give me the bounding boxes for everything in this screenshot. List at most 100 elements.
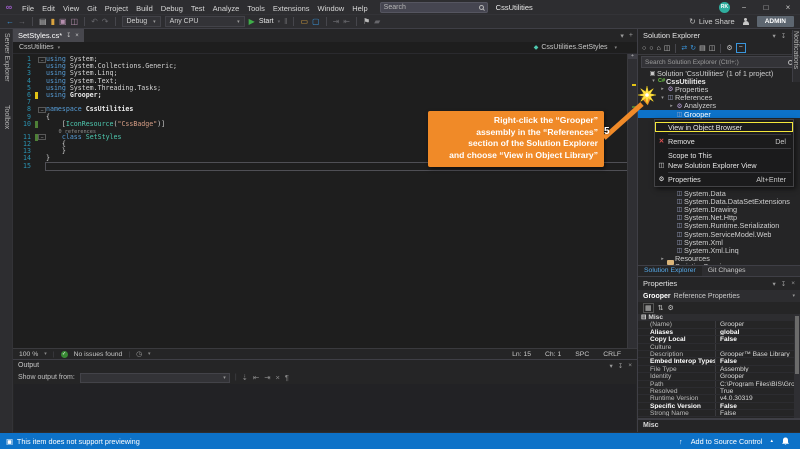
expander-icon[interactable]: ▸	[659, 264, 666, 265]
property-row-path[interactable]: PathC:\Program Files\BIS\Grooper\Gr	[638, 381, 800, 388]
close-tab-icon[interactable]: ×	[75, 31, 79, 39]
se-pin-icon[interactable]: ↧	[781, 32, 786, 40]
se-sync-icon[interactable]: ⇄	[681, 44, 687, 52]
open-folder-icon[interactable]: ▮	[51, 16, 55, 28]
tree-item-references[interactable]: ▾◫References	[638, 94, 800, 102]
context-menu-item-remove[interactable]: ✕RemoveDel	[655, 136, 793, 146]
split-grip-icon[interactable]: +	[628, 54, 637, 59]
breadcrumb-caret-icon[interactable]: ▾	[58, 45, 61, 51]
configuration-dropdown[interactable]: Debug▾	[122, 16, 161, 27]
space-indicator[interactable]: SPC	[575, 351, 589, 358]
menu-view[interactable]: View	[59, 4, 83, 13]
object-caret-icon[interactable]: ▾	[792, 293, 795, 299]
se-refresh-icon[interactable]: ↻	[690, 44, 696, 52]
se-show-all-files-icon[interactable]: ◫	[709, 44, 716, 52]
expander-icon[interactable]: ▸	[668, 103, 675, 109]
eol-indicator[interactable]: CRLF	[603, 351, 621, 358]
goto-message-icon[interactable]: ⇣	[242, 373, 248, 382]
member-caret-icon[interactable]: ▾	[614, 45, 617, 51]
se-forward-icon[interactable]: ○	[649, 45, 653, 52]
menu-test[interactable]: Test	[187, 4, 209, 13]
tree-item-system-xml-linq[interactable]: ◫System.Xml.Linq	[638, 246, 800, 254]
redo-icon[interactable]: ↷	[102, 16, 109, 28]
tree-item-grooper[interactable]: ◫Grooper	[638, 110, 800, 118]
tool-tab-git-changes[interactable]: Git Changes	[702, 266, 752, 276]
output-content[interactable]	[14, 384, 636, 430]
avatar[interactable]: RK	[719, 2, 730, 13]
expander-icon[interactable]: ▾	[659, 95, 666, 101]
properties-scrollbar[interactable]	[794, 314, 800, 418]
next-message-icon[interactable]: ⇥	[264, 373, 270, 382]
search-box[interactable]: Search	[380, 2, 488, 13]
navigate-forward-icon[interactable]: →	[18, 16, 26, 28]
context-menu-item-scope-to-this[interactable]: Scope to This	[655, 150, 793, 160]
fold-icon[interactable]: −	[38, 134, 46, 140]
code-area[interactable]: 1−using System;2using System.Collections…	[13, 54, 637, 348]
new-project-icon[interactable]: ▤	[39, 16, 47, 28]
menu-file[interactable]: File	[18, 4, 38, 13]
menu-debug[interactable]: Debug	[157, 4, 187, 13]
tree-item-analyzers[interactable]: ▸⚙Analyzers	[638, 102, 800, 110]
platform-dropdown[interactable]: Any CPU▾	[165, 16, 245, 27]
find-in-files-icon[interactable]: ▭	[300, 16, 308, 28]
menu-tools[interactable]: Tools	[243, 4, 269, 13]
menu-project[interactable]: Project	[101, 4, 132, 13]
menu-edit[interactable]: Edit	[38, 4, 59, 13]
props-pin-icon[interactable]: ↧	[781, 280, 786, 288]
breadcrumb-member[interactable]: CssUtilities.SetStyles	[541, 44, 607, 51]
health-status[interactable]: No issues found	[74, 351, 123, 358]
property-category-row[interactable]: ⊟ Misc	[638, 314, 800, 321]
alphabetical-icon[interactable]: ⇅	[658, 304, 664, 312]
tab-list-caret-icon[interactable]: ▾	[620, 32, 624, 40]
menu-git[interactable]: Git	[83, 4, 101, 13]
add-user-icon[interactable]	[742, 18, 750, 26]
code-line[interactable]: 6using Grooper;	[13, 92, 637, 99]
menu-analyze[interactable]: Analyze	[209, 4, 244, 13]
menu-window[interactable]: Window	[314, 4, 349, 13]
property-row-specific-version[interactable]: Specific VersionFalse	[638, 403, 800, 410]
expander-icon[interactable]: ▾	[650, 78, 657, 84]
history-caret-icon[interactable]: ▾	[148, 351, 151, 357]
property-pages-icon[interactable]: ⚙	[668, 304, 674, 312]
output-caret-icon[interactable]: ▾	[609, 362, 612, 370]
clear-output-icon[interactable]: ×	[276, 373, 280, 382]
expander-icon[interactable]: ▸	[659, 86, 666, 92]
categorized-icon[interactable]: ▦	[643, 303, 654, 313]
source-control-caret-icon[interactable]: ▴	[770, 438, 773, 444]
navigate-back-icon[interactable]: ←	[6, 16, 14, 28]
tool-tab-solution-explorer[interactable]: Solution Explorer	[638, 266, 702, 276]
props-close-icon[interactable]: ×	[791, 280, 795, 288]
menu-build[interactable]: Build	[132, 4, 157, 13]
fold-icon[interactable]: −	[38, 107, 46, 113]
zoom-level[interactable]: 100 %	[19, 351, 38, 358]
save-all-icon[interactable]: ◫	[71, 16, 79, 28]
se-home-icon[interactable]: ⌂	[656, 45, 660, 52]
undo-icon[interactable]: ↶	[91, 16, 98, 28]
fold-icon[interactable]: −	[38, 57, 46, 63]
word-wrap-icon[interactable]: ¶	[285, 373, 289, 382]
properties-object-selector[interactable]: Grooper Reference Properties ▾	[638, 290, 800, 302]
expander-icon[interactable]: ▸	[659, 256, 666, 262]
property-row-file-type[interactable]: File TypeAssembly	[638, 366, 800, 373]
code-line[interactable]: 5using System.Threading.Tasks;	[13, 85, 637, 92]
se-collapse-all-icon[interactable]: ▤	[699, 44, 706, 52]
notifications-tab[interactable]: Notifications	[792, 31, 799, 69]
context-menu-item-properties[interactable]: ⚙PropertiesAlt+Enter	[655, 174, 793, 184]
context-menu-item-view-in-object-browser[interactable]: View in Object Browser	[655, 122, 793, 132]
add-to-source-control[interactable]: Add to Source Control	[691, 437, 763, 446]
output-source-dropdown[interactable]: ▾	[80, 373, 230, 383]
start-label[interactable]: Start	[259, 18, 274, 25]
tree-item-cssutilities[interactable]: ▾C#CssUtilities	[638, 77, 800, 85]
tree-item-solution-cssutilities-1-of-1-project[interactable]: ▣Solution 'CssUtilities' (1 of 1 project…	[638, 69, 800, 77]
property-row-description[interactable]: DescriptionGrooper™ Base Library	[638, 351, 800, 358]
property-row-embed-interop-types[interactable]: Embed Interop TypesFalse	[638, 358, 800, 365]
minimize-button[interactable]: −	[736, 3, 752, 12]
se-properties-icon[interactable]: ⚙	[726, 44, 732, 52]
se-preview-selected-icon[interactable]: −	[736, 43, 746, 53]
split-window-icon[interactable]: +	[629, 32, 633, 39]
props-caret-icon[interactable]: ▾	[772, 280, 775, 288]
pin-tab-icon[interactable]: ↧	[66, 31, 71, 39]
document-tab[interactable]: SetStyles.cs* ↧ ×	[13, 29, 84, 42]
notifications-bell-icon[interactable]	[781, 437, 790, 446]
context-menu-item-new-solution-explorer-view[interactable]: ◫New Solution Explorer View	[655, 160, 793, 170]
